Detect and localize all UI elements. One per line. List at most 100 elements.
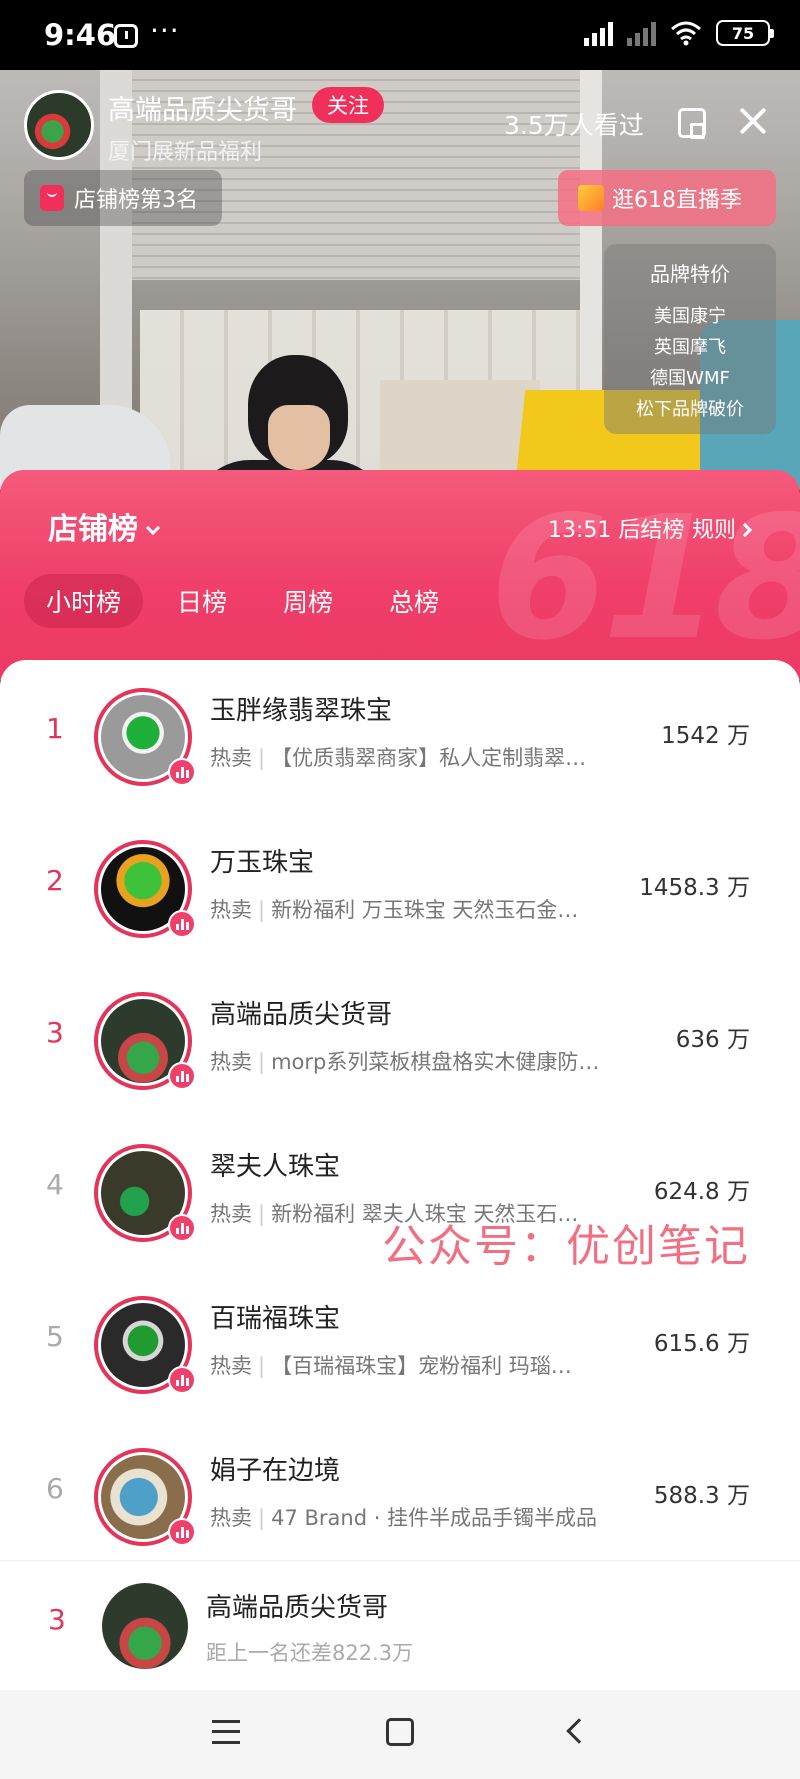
- rank-number: 5: [46, 1320, 64, 1353]
- desc-text: 【优质翡翠商家】私人定制翡翠…: [271, 746, 587, 770]
- brand-list: 美国康宁 英国摩飞 德国WMF 松下品牌破价: [604, 301, 776, 425]
- brand-item: 英国摩飞: [654, 337, 726, 358]
- hd-signal-icon: [584, 20, 613, 46]
- live-bars-icon: [168, 1062, 196, 1090]
- hot-label: 热卖: [210, 746, 252, 770]
- signal-icon: [627, 20, 656, 46]
- ranking-title: 店铺榜: [48, 512, 138, 547]
- share-icon[interactable]: [678, 108, 706, 139]
- brand-item: 德国WMF: [650, 368, 730, 389]
- hot-label: 热卖: [210, 1354, 252, 1378]
- gift-icon: [578, 185, 604, 211]
- ranking-list: 1 玉胖缘翡翠珠宝 热卖 | 【优质翡翠商家】私人定制翡翠… 1542 万 2 万玉珠宝 热卖 |…: [0, 660, 800, 1560]
- own-avatar: [102, 1583, 188, 1669]
- shop-score: 624.8 万: [653, 1179, 750, 1205]
- tab-hourly[interactable]: 小时榜: [24, 574, 144, 628]
- shop-rank-pill[interactable]: 店铺榜第3名: [24, 170, 222, 226]
- rank-number: 6: [46, 1472, 64, 1505]
- promo-pill[interactable]: 逛618直播季: [558, 170, 776, 226]
- shop-score: 1458.3 万: [639, 875, 750, 901]
- separator: |: [258, 746, 266, 770]
- shop-desc: 热卖 | 新粉福利 万玉珠宝 天然玉石金…: [210, 894, 630, 924]
- shopping-bag-icon: [40, 185, 64, 211]
- overlay-watermark: 公众号：优创笔记: [382, 1221, 750, 1272]
- shop-name: 翠夫人珠宝: [210, 1152, 341, 1182]
- tab-weekly[interactable]: 周榜: [261, 574, 355, 628]
- rules-link[interactable]: 规则: [692, 512, 753, 544]
- shop-desc: 热卖 | morp系列菜板棋盘格实木健康防…: [210, 1046, 630, 1076]
- follow-button[interactable]: 关注: [312, 87, 384, 123]
- separator: |: [258, 1050, 266, 1074]
- streamer-avatar[interactable]: [24, 90, 94, 160]
- hot-label: 热卖: [210, 1506, 252, 1530]
- rules-label: 规则: [692, 518, 737, 543]
- own-rank-gap: 距上一名还差822.3万: [206, 1641, 414, 1665]
- streamer-name[interactable]: 高端品质尖货哥: [108, 88, 297, 127]
- shop-desc: 热卖 | 【优质翡翠商家】私人定制翡翠…: [210, 742, 630, 772]
- list-item[interactable]: 3 高端品质尖货哥热卖 | morp系列菜板棋盘格实木健康防… 636 万: [0, 964, 800, 1116]
- separator: |: [258, 1506, 266, 1530]
- live-bars-icon: [168, 1366, 196, 1394]
- status-time: 9:46: [44, 18, 117, 52]
- shop-desc: 热卖 | 47 Brand · 挂件半成品手镯半成品: [210, 1502, 630, 1532]
- rank-number: 2: [46, 864, 64, 897]
- more-dots-icon: ···: [150, 14, 180, 47]
- live-bars-icon: [168, 758, 196, 786]
- battery-icon: 75: [716, 20, 774, 46]
- shop-name: 高端品质尖货哥: [210, 1000, 393, 1030]
- tab-total[interactable]: 总榜: [367, 574, 461, 628]
- shop-score: 588.3 万: [653, 1483, 750, 1509]
- shop-score: 1542 万: [661, 723, 750, 749]
- promo-label: 逛618直播季: [612, 188, 742, 213]
- shop-name: 百瑞福珠宝: [210, 1304, 341, 1334]
- chevron-down-icon: [145, 520, 161, 536]
- shop-score: 636 万: [675, 1027, 750, 1053]
- ranking-title-dropdown[interactable]: 店铺榜: [48, 504, 161, 548]
- desc-text: 【百瑞福珠宝】宠粉福利 玛瑙…: [271, 1354, 572, 1378]
- brand-sale-panel[interactable]: 品牌特价 美国康宁 英国摩飞 德国WMF 松下品牌破价: [604, 244, 776, 434]
- separator: |: [258, 898, 266, 922]
- hot-label: 热卖: [210, 1202, 252, 1226]
- list-item[interactable]: 2 万玉珠宝热卖 | 新粉福利 万玉珠宝 天然玉石金… 1458.3 万: [0, 812, 800, 964]
- desc-text: 47 Brand · 挂件半成品手镯半成品: [271, 1506, 598, 1530]
- viewer-count: 3.5万人看过: [504, 111, 644, 140]
- list-item[interactable]: 5 百瑞福珠宝热卖 | 【百瑞福珠宝】宠粉福利 玛瑙… 615.6 万: [0, 1268, 800, 1420]
- shop-name: 玉胖缘翡翠珠宝: [210, 696, 393, 726]
- back-icon[interactable]: [566, 1718, 592, 1744]
- live-bars-icon: [168, 910, 196, 938]
- own-rank-number: 3: [48, 1603, 66, 1636]
- tab-daily[interactable]: 日榜: [155, 574, 249, 628]
- rank-number: 3: [46, 1016, 64, 1049]
- ranking-countdown: 13:51 后结榜: [548, 518, 685, 543]
- brand-item: 美国康宁: [654, 306, 726, 327]
- own-rank-bar[interactable]: 3 高端品质尖货哥 距上一名还差822.3万: [0, 1560, 800, 1690]
- rank-number: 1: [46, 712, 64, 745]
- shop-score: 615.6 万: [653, 1331, 750, 1357]
- 618-watermark: 618: [490, 480, 800, 678]
- shop-name: 娟子在边境: [210, 1456, 341, 1486]
- hot-label: 热卖: [210, 898, 252, 922]
- list-item[interactable]: 6 娟子在边境热卖 | 47 Brand · 挂件半成品手镯半成品 588.3 万: [0, 1420, 800, 1572]
- status-icons: 75: [584, 20, 774, 46]
- desc-text: morp系列菜板棋盘格实木健康防…: [271, 1050, 600, 1074]
- ranking-header: 618 店铺榜 13:51 后结榜 规则 小时榜 日榜 周榜 总榜: [0, 470, 800, 680]
- list-item[interactable]: 1 玉胖缘翡翠珠宝热卖 | 【优质翡翠商家】私人定制翡翠… 1542 万: [0, 660, 800, 812]
- streamer-face: [268, 405, 330, 470]
- home-icon[interactable]: [386, 1718, 414, 1746]
- menu-icon[interactable]: [212, 1720, 240, 1744]
- close-icon[interactable]: [736, 104, 770, 138]
- chevron-right-icon: [737, 522, 753, 538]
- separator: |: [258, 1354, 266, 1378]
- wifi-icon: [671, 21, 701, 46]
- system-nav-bar: [0, 1690, 800, 1779]
- brand-panel-title: 品牌特价: [650, 262, 730, 286]
- app-icon: [114, 24, 138, 48]
- shop-name: 万玉珠宝: [210, 848, 315, 878]
- status-bar: 9:46 ··· 75: [0, 0, 800, 70]
- streamer-subtitle: 厦门展新品福利: [108, 140, 263, 165]
- own-shop-name: 高端品质尖货哥: [206, 1593, 389, 1623]
- desc-text: 新粉福利 万玉珠宝 天然玉石金…: [271, 898, 579, 922]
- separator: |: [258, 1202, 266, 1226]
- live-bars-icon: [168, 1214, 196, 1242]
- shop-rank-label: 店铺榜第3名: [74, 188, 198, 213]
